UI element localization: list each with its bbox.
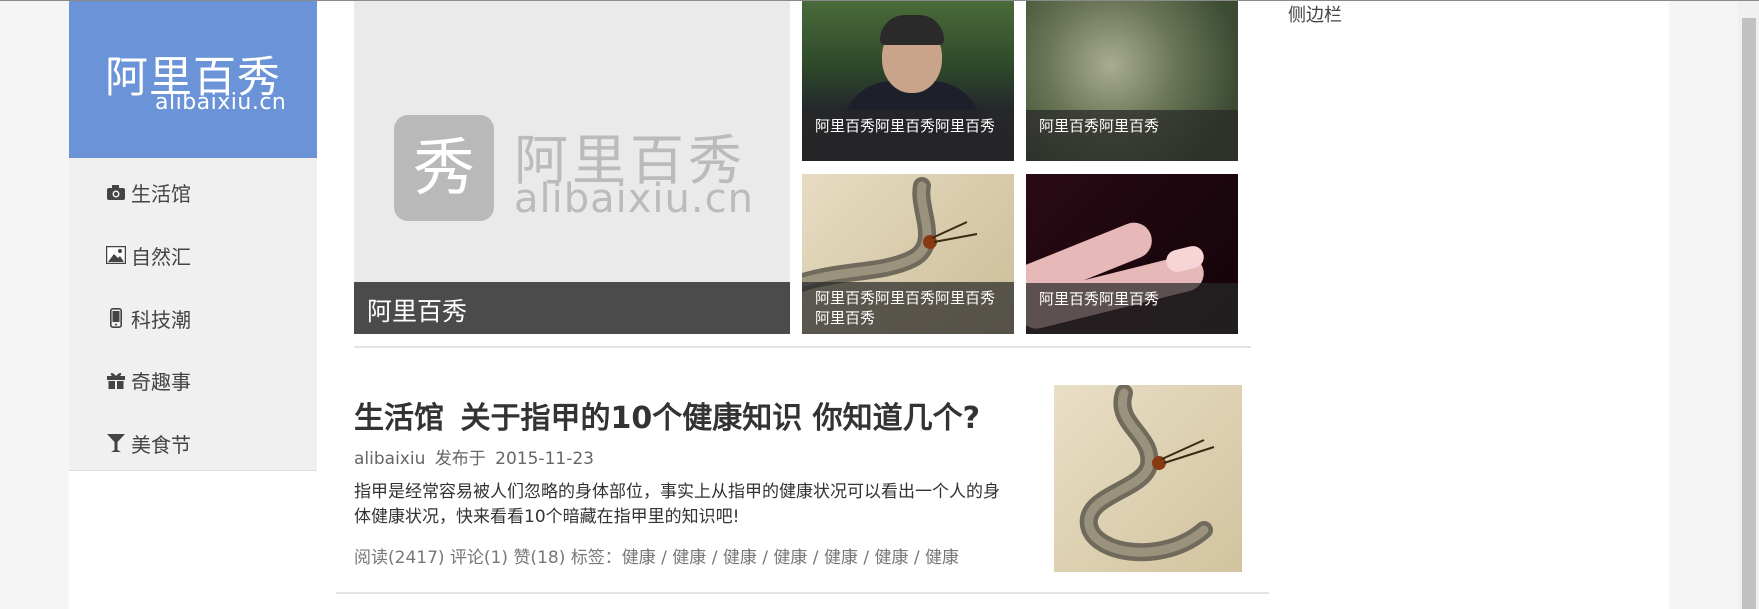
article-title-link[interactable]: 关于指甲的10个健康知识 你知道几个? <box>460 401 980 436</box>
article-tag[interactable]: 健康 <box>622 548 656 568</box>
nav-item-tech[interactable]: 科技潮 <box>106 303 191 333</box>
focus-thumb-2[interactable]: 阿里百秀阿里百秀 <box>1026 1 1238 161</box>
focus-thumb-caption: 阿里百秀阿里百秀阿里百秀 <box>802 110 1014 161</box>
article-title: 生活馆 关于指甲的10个健康知识 你知道几个? <box>354 393 980 437</box>
watermark-text-en: alibaixiu.cn <box>514 176 754 222</box>
section-divider <box>336 592 1269 594</box>
focus-thumb-4[interactable]: 阿里百秀阿里百秀 <box>1026 174 1238 334</box>
thumb-photo-hair <box>880 15 944 45</box>
site-logo[interactable]: 阿里百秀 alibaixiu.cn <box>69 1 317 158</box>
cocktail-icon <box>106 433 126 453</box>
article-tag[interactable]: 健康 <box>824 548 858 568</box>
article-like-link[interactable]: 赞(18) <box>513 548 565 568</box>
article-tags-label: 标签： <box>570 548 622 568</box>
phone-icon <box>106 308 126 328</box>
article-thumbnail[interactable] <box>1054 385 1242 572</box>
nav-item-label: 自然汇 <box>131 244 191 269</box>
nav-item-life[interactable]: 生活馆 <box>106 177 191 207</box>
article-tag[interactable]: 健康 <box>672 548 706 568</box>
focus-thumb-1[interactable]: 阿里百秀阿里百秀阿里百秀 <box>802 1 1014 161</box>
nav-item-fun[interactable]: 奇趣事 <box>106 365 191 395</box>
nav-item-nature[interactable]: 自然汇 <box>106 240 191 270</box>
nav-item-label: 科技潮 <box>131 307 191 332</box>
scrollbar-thumb[interactable] <box>1742 18 1756 609</box>
snake-photo <box>1079 385 1215 562</box>
article-published-label: 发布于 <box>434 449 486 469</box>
focus-thumb-caption: 阿里百秀阿里百秀阿里百秀阿里百秀 <box>802 282 1014 334</box>
article-tag[interactable]: 健康 <box>723 548 757 568</box>
focus-thumb-caption: 阿里百秀阿里百秀 <box>1026 110 1238 161</box>
article-tag[interactable]: 健康 <box>874 548 908 568</box>
article-meta: alibaixiu 发布于 2015-11-23 <box>354 444 594 469</box>
picture-icon <box>106 245 126 265</box>
focus-main-slide[interactable]: 秀 阿里百秀 alibaixiu.cn 阿里百秀 <box>354 1 790 334</box>
focus-main-caption: 阿里百秀 <box>354 282 790 334</box>
article-tag[interactable]: 健康 <box>773 548 807 568</box>
nav-item-label: 美食节 <box>131 432 191 457</box>
watermark-logo-mark: 秀 <box>394 115 494 221</box>
nav-item-food[interactable]: 美食节 <box>106 428 191 458</box>
article-stats: 阅读(2417) 评论(1) 赞(18) 标签：健康 / 健康 / 健康 / 健… <box>354 548 960 568</box>
gift-icon <box>106 370 126 390</box>
article-comments-link[interactable]: 评论(1) <box>450 548 508 568</box>
article-category-link[interactable]: 生活馆 <box>354 401 444 436</box>
logo-text-en: alibaixiu.cn <box>155 90 287 115</box>
article-author[interactable]: alibaixiu <box>354 449 425 469</box>
article-summary: 指甲是经常容易被人们忽略的身体部位，事实上从指甲的健康状况可以看出一个人的身体健… <box>354 482 1000 527</box>
focus-thumb-caption: 阿里百秀阿里百秀 <box>1026 283 1238 334</box>
article-date: 2015-11-23 <box>495 449 594 469</box>
article-tag[interactable]: 健康 <box>925 548 959 568</box>
right-sidebar-title: 侧边栏 <box>1288 5 1342 26</box>
article-reads: 阅读(2417) <box>354 548 445 568</box>
focus-thumb-3[interactable]: 阿里百秀阿里百秀阿里百秀阿里百秀 <box>802 174 1014 334</box>
nav-item-label: 生活馆 <box>131 181 191 206</box>
nav-item-label: 奇趣事 <box>131 369 191 394</box>
camera-icon <box>106 182 126 202</box>
section-divider <box>354 346 1251 348</box>
